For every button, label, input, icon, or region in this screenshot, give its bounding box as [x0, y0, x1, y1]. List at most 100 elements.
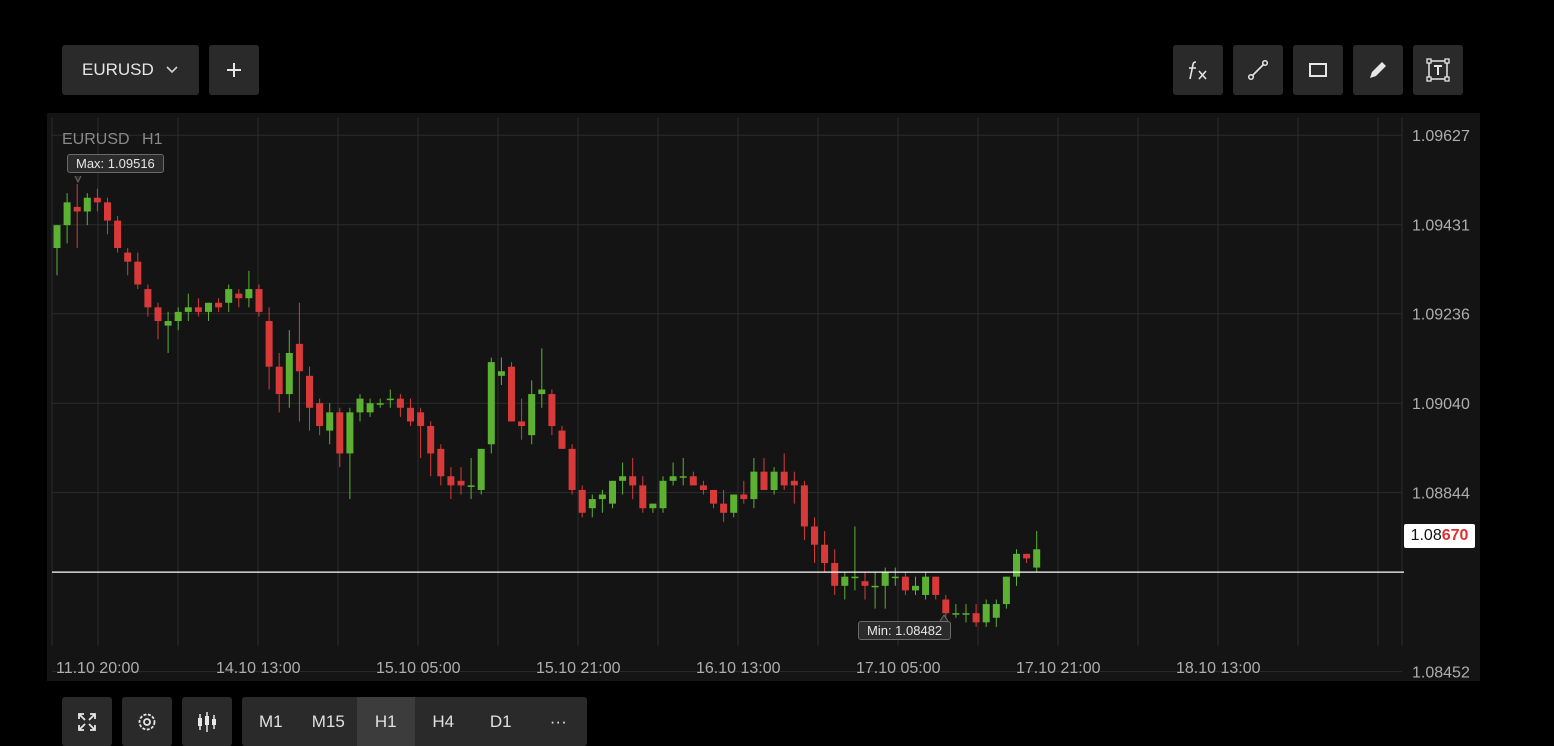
candle-body — [194, 307, 202, 312]
candle-body — [336, 412, 344, 454]
candle-body — [780, 471, 788, 486]
candle-body — [851, 576, 859, 579]
candle-body — [235, 293, 243, 299]
candle-body — [740, 494, 748, 500]
candle-body — [508, 366, 515, 422]
candle-body — [356, 398, 364, 413]
chart-type-button[interactable] — [182, 697, 232, 746]
pencil-icon — [1367, 59, 1389, 81]
candle — [942, 594, 950, 618]
timeframe-m1[interactable]: M1 — [242, 697, 300, 746]
candle — [770, 467, 778, 495]
candle — [1033, 531, 1041, 573]
candle — [609, 480, 616, 509]
candle — [447, 467, 455, 500]
candle — [63, 193, 71, 244]
candle — [901, 572, 909, 595]
candle — [285, 330, 293, 408]
candle-body — [649, 503, 657, 509]
chart-area[interactable]: 1.09627 1.09431 1.09236 1.09040 1.08844 1.084… — [47, 113, 1480, 681]
candle — [346, 407, 354, 500]
candle-body — [437, 448, 445, 477]
candle — [811, 517, 818, 563]
timeframe-more[interactable]: ··· — [530, 697, 588, 746]
candle-body — [114, 220, 122, 248]
candle-body — [396, 398, 404, 408]
x-axis-label: 16.10 13:00 — [696, 660, 781, 677]
candle — [578, 485, 586, 518]
candle — [386, 389, 394, 408]
candle-body — [417, 412, 425, 427]
candle — [184, 293, 192, 322]
candle — [53, 225, 61, 276]
candle-body — [841, 576, 849, 586]
candle — [336, 407, 344, 468]
candle — [679, 457, 687, 486]
timeframe-h4[interactable]: H4 — [415, 697, 473, 746]
timeframe-h1[interactable]: H1 — [357, 697, 415, 746]
max-price-tag: Max: 1.09516 — [67, 154, 164, 173]
candle — [437, 444, 445, 486]
candle — [922, 572, 930, 600]
timeframe-d1[interactable]: D1 — [472, 697, 530, 746]
function-icon — [1185, 59, 1211, 81]
candle-body — [457, 480, 465, 486]
candle-body — [53, 225, 61, 248]
candle-body — [154, 307, 162, 322]
candle-body — [922, 576, 930, 595]
candle — [265, 307, 273, 390]
candle-body — [1002, 576, 1010, 605]
pencil-button[interactable] — [1353, 45, 1403, 95]
rectangle-button[interactable] — [1293, 45, 1343, 95]
candle — [134, 252, 142, 290]
candle-body — [558, 430, 566, 449]
fullscreen-button[interactable] — [62, 697, 112, 746]
candle-body — [225, 289, 233, 303]
candle — [669, 462, 677, 486]
candle-body — [174, 311, 182, 322]
x-axis-label: 17.10 05:00 — [856, 660, 941, 677]
candle — [841, 572, 849, 600]
candle — [457, 467, 465, 495]
min-price-tag: Min: 1.08482 — [858, 621, 952, 640]
candle — [487, 357, 495, 454]
trend-line-icon — [1247, 59, 1269, 81]
candle — [255, 284, 263, 317]
candle-body — [710, 489, 717, 504]
timeframe-selector: M1 M15 H1 H4 D1 ··· — [242, 697, 587, 746]
candle — [366, 398, 374, 417]
symbol-select[interactable]: EURUSD — [62, 45, 199, 95]
candle — [780, 453, 788, 490]
candle — [427, 421, 435, 477]
candle — [952, 604, 960, 618]
price-chart[interactable]: 1.09627 1.09431 1.09236 1.09040 1.08844 1.084… — [47, 113, 1480, 681]
settings-button[interactable] — [122, 697, 172, 746]
candle — [790, 471, 798, 504]
candle — [689, 471, 697, 486]
candle-body — [275, 366, 283, 395]
text-button[interactable] — [1413, 45, 1463, 95]
candle-body — [790, 480, 798, 486]
candle-body — [609, 480, 616, 504]
candle — [124, 247, 132, 276]
candle — [396, 394, 404, 417]
candle-body — [407, 407, 414, 422]
indicators-button[interactable] — [1173, 45, 1223, 95]
plus-icon — [225, 61, 243, 79]
candle-body — [578, 489, 586, 513]
candle-body — [619, 476, 627, 481]
candle-body — [518, 421, 526, 427]
candle-body — [992, 604, 1000, 618]
candle — [316, 398, 324, 436]
candle-body — [164, 321, 172, 326]
timeframe-m15[interactable]: M15 — [300, 697, 358, 746]
trend-line-button[interactable] — [1233, 45, 1283, 95]
candle-body — [346, 412, 354, 454]
candle-body — [881, 572, 889, 586]
candle — [1013, 549, 1020, 586]
candle-body — [770, 471, 778, 490]
candle — [568, 444, 576, 495]
candle-body — [962, 613, 970, 615]
add-chart-button[interactable] — [209, 45, 259, 95]
candle — [972, 604, 980, 627]
